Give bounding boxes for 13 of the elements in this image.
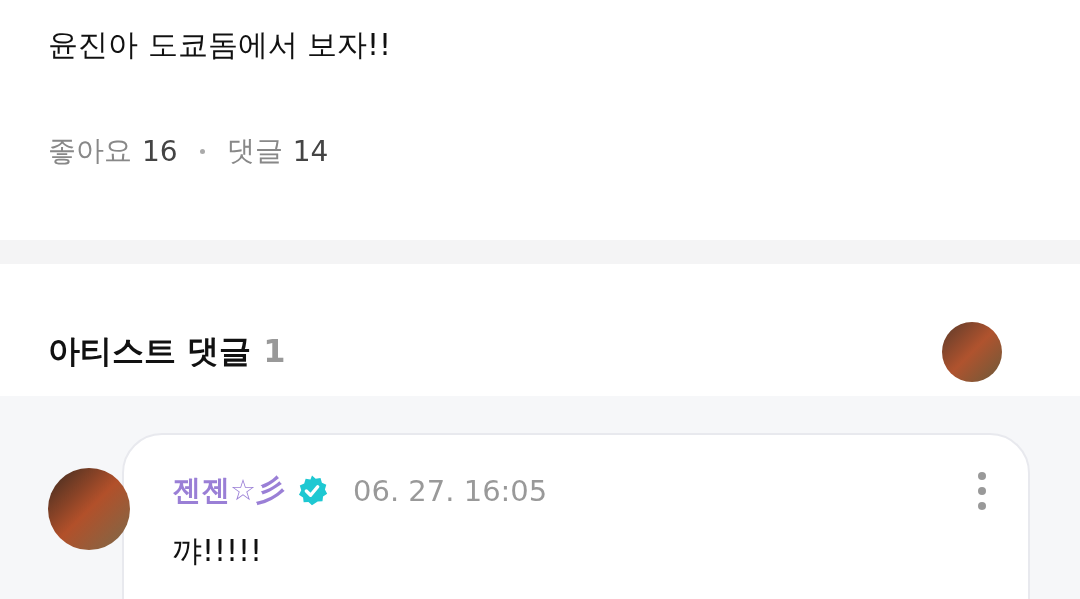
comment-text: 꺄!!!!!: [172, 532, 263, 570]
section-title: 아티스트 댓글: [48, 331, 252, 372]
more-options-icon[interactable]: [976, 471, 988, 511]
author-name[interactable]: 젠젠☆彡: [172, 471, 285, 511]
separator-dot: [199, 148, 205, 154]
comments-count: 14: [292, 134, 329, 168]
comments-label: 댓글: [226, 133, 283, 169]
likes-label: 좋아요: [48, 133, 132, 169]
comment-count: 1: [263, 332, 286, 370]
avatar[interactable]: [942, 322, 1002, 382]
post-text: 윤진아 도쿄돔에서 보자!!: [48, 26, 392, 64]
likes-count: 16: [142, 134, 178, 168]
comment-time: 06. 27. 16:05: [353, 474, 548, 508]
